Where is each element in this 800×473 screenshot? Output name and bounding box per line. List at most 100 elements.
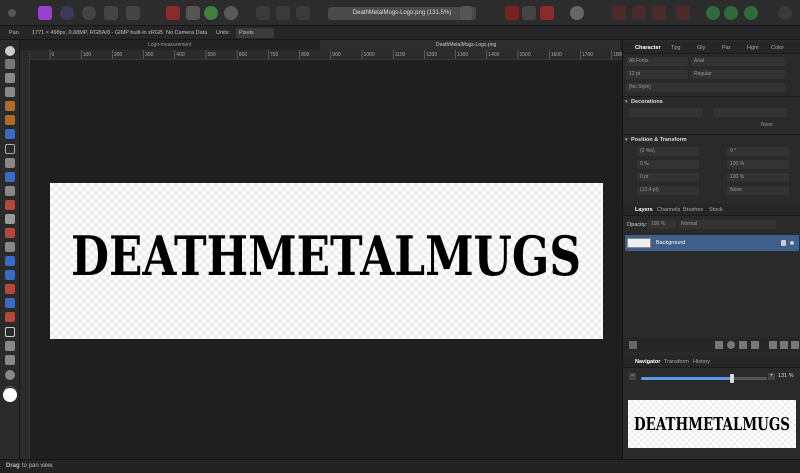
zoom-out-icon[interactable]: − — [629, 373, 636, 380]
tab-glyphs[interactable]: Gly — [697, 42, 705, 54]
healing-brush-icon[interactable] — [5, 284, 15, 294]
quick-mask-icon[interactable] — [612, 6, 626, 20]
selection-brush-icon[interactable] — [5, 115, 15, 125]
pen-tool-icon[interactable] — [5, 341, 15, 351]
rotation-field[interactable]: 0 ° — [727, 147, 789, 156]
freehand-select-icon[interactable] — [5, 158, 15, 168]
tab-deathmetalmugs-logo[interactable]: DeathMetalMugs-Logo.png — [320, 40, 620, 50]
tab-color[interactable]: Color — [771, 42, 784, 54]
shear-field[interactable]: None — [727, 186, 789, 195]
invert-selection-icon[interactable] — [296, 6, 310, 20]
rectangle-tool-icon[interactable] — [5, 327, 15, 337]
zoom-slider[interactable] — [641, 374, 767, 383]
font-size-select[interactable]: 12 pt — [626, 70, 688, 79]
pixel-tool-icon[interactable] — [5, 214, 15, 224]
delete-layer-icon[interactable] — [791, 341, 799, 349]
order-icon[interactable] — [540, 6, 554, 20]
affinity-persona-icon[interactable] — [38, 6, 52, 20]
share-icon[interactable] — [744, 6, 758, 20]
deselect-icon[interactable] — [276, 6, 290, 20]
refine-icon[interactable] — [632, 6, 646, 20]
baseline-field[interactable]: 0 pt — [637, 173, 699, 182]
units-select[interactable]: Pixels — [236, 28, 274, 38]
text-tool-icon[interactable] — [5, 355, 15, 365]
visibility-icon[interactable] — [790, 241, 794, 245]
flood-fill-icon[interactable] — [5, 172, 15, 182]
blur-tool-icon[interactable] — [5, 270, 15, 280]
adjustment-icon[interactable] — [727, 341, 735, 349]
clone-tool-icon[interactable] — [5, 256, 15, 266]
zoom-tool-icon[interactable] — [5, 370, 15, 380]
decorations-header[interactable]: Decorations — [623, 96, 800, 107]
color-picker-tool-icon[interactable] — [5, 73, 15, 83]
live-filter-icon[interactable] — [739, 341, 747, 349]
transform-icon[interactable] — [652, 6, 666, 20]
move-tool-icon[interactable] — [5, 59, 15, 69]
curves-icon[interactable] — [186, 6, 200, 20]
levels-icon[interactable] — [166, 6, 180, 20]
tab-transform[interactable]: Transform — [664, 356, 689, 368]
guides-icon[interactable] — [522, 6, 536, 20]
strikethrough-toggle[interactable] — [713, 108, 787, 117]
tab-channels[interactable]: Channels — [657, 204, 680, 216]
crop-tool-icon[interactable] — [5, 101, 15, 111]
position-transform-header[interactable]: Position & Transform — [623, 134, 800, 145]
artboard[interactable]: DEATHMETALMUGS — [50, 183, 603, 339]
paint-brush-icon[interactable] — [5, 200, 15, 210]
tab-logo-measurement[interactable]: Logo-measurement — [148, 40, 191, 50]
layer-options-icon[interactable] — [629, 341, 637, 349]
font-weight-select[interactable]: Regular — [691, 70, 785, 79]
zoom-value[interactable]: 131 % — [778, 373, 794, 379]
navigator-preview[interactable]: DEATHMETALMUGS — [628, 400, 796, 448]
red-eye-tool-icon[interactable] — [5, 298, 15, 308]
export-persona-icon[interactable] — [126, 6, 140, 20]
zoom-in-icon[interactable]: + — [768, 373, 775, 380]
tab-navigator[interactable]: Navigator — [635, 356, 660, 368]
opacity-field[interactable]: 100 % — [648, 220, 676, 229]
color-balance-icon[interactable] — [204, 6, 218, 20]
selection-icon[interactable] — [256, 6, 270, 20]
horizontal-scale-field[interactable]: 100 % — [727, 173, 789, 182]
layer-row-background[interactable]: Background — [625, 235, 799, 251]
tracking-field[interactable]: 0 ‰ — [637, 160, 699, 169]
close-window-icon[interactable] — [8, 9, 16, 17]
kerning-field[interactable]: (0 %o) — [637, 147, 699, 156]
leading-field[interactable]: (12.4 pt) — [637, 186, 699, 195]
smudge-tool-icon[interactable] — [5, 312, 15, 322]
arrange-icon[interactable] — [676, 6, 690, 20]
font-collection-select[interactable]: All Fonts — [626, 57, 688, 66]
account-icon[interactable] — [778, 6, 792, 20]
group-icon[interactable] — [769, 341, 777, 349]
dodge-tool-icon[interactable] — [5, 242, 15, 252]
mask-layer-icon[interactable] — [715, 341, 723, 349]
zoom-slider-knob[interactable] — [729, 374, 734, 383]
font-family-select[interactable]: Arial — [691, 57, 785, 66]
underline-toggle[interactable] — [629, 108, 703, 117]
sync-icon[interactable] — [724, 6, 738, 20]
develop-persona-icon[interactable] — [104, 6, 118, 20]
erase-brush-icon[interactable] — [5, 228, 15, 238]
style-select[interactable]: [No Style] — [626, 83, 785, 92]
white-balance-icon[interactable] — [224, 6, 238, 20]
vertical-scale-field[interactable]: 100 % — [727, 160, 789, 169]
blend-mode-select[interactable]: Normal — [678, 220, 776, 229]
liquify-persona-icon[interactable] — [82, 6, 96, 20]
add-layer-icon[interactable] — [780, 341, 788, 349]
fx-icon[interactable] — [751, 341, 759, 349]
photo-persona-icon[interactable] — [60, 6, 74, 20]
hand-tool-icon[interactable] — [5, 46, 15, 56]
tab-paragraph[interactable]: Par — [722, 42, 731, 54]
studio-icon[interactable] — [706, 6, 720, 20]
tab-layers[interactable]: Layers — [635, 204, 653, 216]
snapping-icon[interactable] — [505, 6, 519, 20]
tab-histogram[interactable]: Hgm — [747, 42, 759, 54]
assistant-icon[interactable] — [570, 6, 584, 20]
flood-select-icon[interactable] — [5, 129, 15, 139]
tab-typography[interactable]: Tpg — [671, 42, 680, 54]
tab-character[interactable]: Character — [635, 42, 661, 54]
marquee-tool-icon[interactable] — [5, 144, 15, 154]
view-mode-icon[interactable] — [460, 6, 472, 20]
tab-history[interactable]: History — [693, 356, 710, 368]
lock-icon[interactable] — [781, 240, 786, 246]
tab-stock[interactable]: Stock — [709, 204, 723, 216]
